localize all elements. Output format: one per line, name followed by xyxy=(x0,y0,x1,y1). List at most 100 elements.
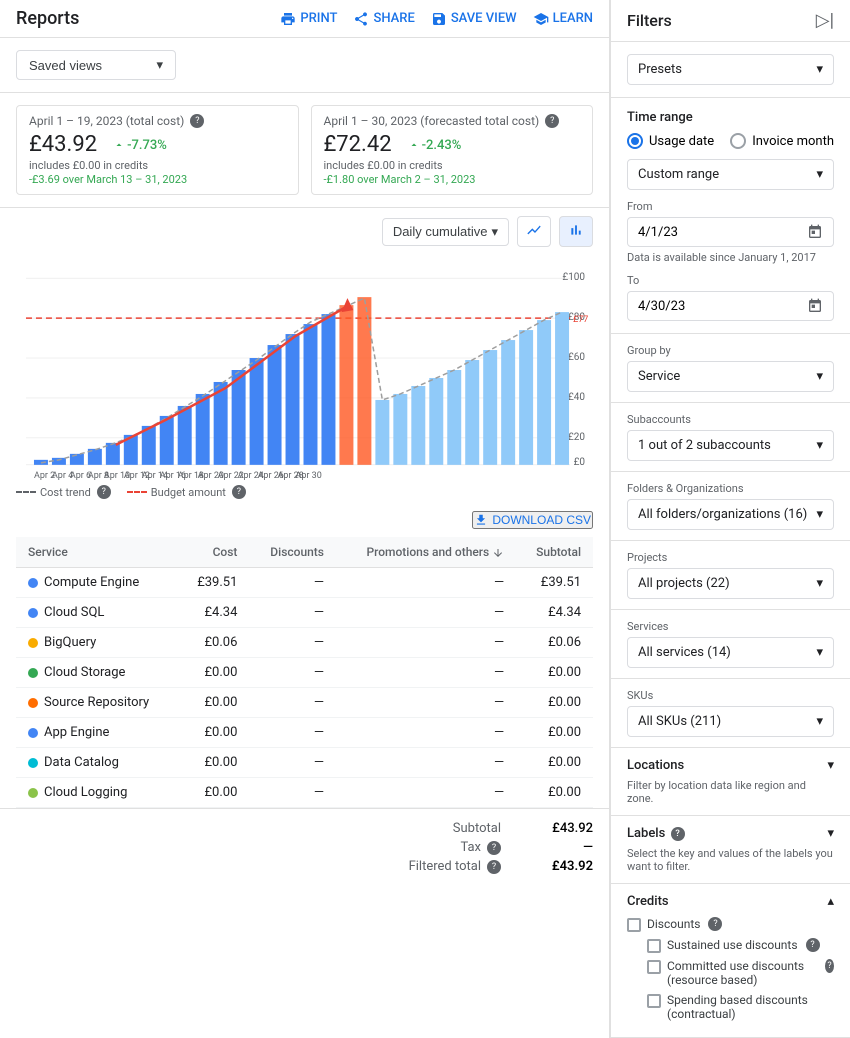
subtotal-cell: £0.00 xyxy=(516,658,593,688)
card1-help-icon[interactable]: ? xyxy=(190,114,204,128)
credits-section: Credits Discounts ? Sustained use discou… xyxy=(611,884,850,1038)
cost-trend-help[interactable]: ? xyxy=(97,485,111,499)
discounts-cell: — xyxy=(249,688,336,718)
labels-header[interactable]: Labels ? xyxy=(627,826,834,841)
discounts-cell: — xyxy=(249,628,336,658)
services-dropdown[interactable]: All services (14) ▾ xyxy=(627,637,834,668)
subaccounts-dropdown[interactable]: 1 out of 2 subaccounts ▾ xyxy=(627,430,834,461)
subtotal-cell: £0.00 xyxy=(516,748,593,778)
chart-area: £100 £80 £60 £40 £20 £0 £77 xyxy=(0,251,609,481)
service-dot xyxy=(28,758,38,768)
invoice-month-radio[interactable]: Invoice month xyxy=(730,133,834,149)
sustained-use-help[interactable]: ? xyxy=(806,938,820,952)
discounts-label: Discounts xyxy=(647,917,700,931)
discounts-checkbox[interactable] xyxy=(627,918,641,932)
share-label: SHARE xyxy=(373,11,414,26)
locations-header[interactable]: Locations xyxy=(627,758,834,773)
folders-section: Folders & Organizations All folders/orga… xyxy=(611,472,850,541)
print-label: PRINT xyxy=(300,11,337,26)
committed-use-checkbox[interactable] xyxy=(647,960,661,974)
download-icon xyxy=(474,513,488,527)
budget-label: Budget amount xyxy=(151,486,226,499)
download-csv-button[interactable]: DOWNLOAD CSV xyxy=(472,511,593,529)
discounts-cell: — xyxy=(249,748,336,778)
service-cell: App Engine xyxy=(16,718,178,748)
subaccounts-chevron: ▾ xyxy=(816,438,823,453)
subtotal-cell: £39.51 xyxy=(516,568,593,598)
to-input[interactable]: 4/30/23 xyxy=(627,291,834,321)
service-dot xyxy=(28,638,38,648)
sustained-use-row: Sustained use discounts ? xyxy=(647,938,834,953)
sustained-use-checkbox[interactable] xyxy=(647,939,661,953)
chart-type-label: Daily cumulative xyxy=(393,224,488,239)
discounts-cell: — xyxy=(249,658,336,688)
sustained-use-label: Sustained use discounts xyxy=(667,938,798,952)
projects-dropdown[interactable]: All projects (22) ▾ xyxy=(627,568,834,599)
custom-range-dropdown[interactable]: Custom range ▾ xyxy=(627,159,834,190)
chart-type-button[interactable]: Daily cumulative ▾ xyxy=(382,218,509,246)
print-icon xyxy=(280,11,296,27)
cost-trend-dash xyxy=(16,491,36,493)
spending-based-checkbox[interactable] xyxy=(647,994,661,1008)
saved-views-button[interactable]: Saved views ▾ xyxy=(16,50,176,80)
filtered-total-label-row: Filtered total ? xyxy=(409,859,501,874)
projects-label: Projects xyxy=(627,551,834,564)
learn-icon xyxy=(533,11,549,27)
skus-dropdown[interactable]: All SKUs (211) ▾ xyxy=(627,706,834,737)
cost-cell: £0.00 xyxy=(178,658,250,688)
save-view-button[interactable]: SAVE VIEW xyxy=(431,11,517,27)
card2-amount: £72.42 xyxy=(324,132,392,157)
service-cell: BigQuery xyxy=(16,628,178,658)
discounts-help[interactable]: ? xyxy=(708,917,722,931)
card2-help-icon[interactable]: ? xyxy=(545,114,559,128)
line-chart-button[interactable] xyxy=(517,216,551,247)
from-calendar-icon[interactable] xyxy=(807,224,823,240)
from-input[interactable]: 4/1/23 xyxy=(627,217,834,247)
usage-date-radio[interactable]: Usage date xyxy=(627,133,714,149)
budget-help[interactable]: ? xyxy=(232,485,246,499)
cost-cell: £0.06 xyxy=(178,628,250,658)
presets-dropdown[interactable]: Presets ▾ xyxy=(627,54,834,85)
svg-text:£77: £77 xyxy=(573,315,588,325)
budget-dash xyxy=(127,491,147,493)
promotions-cell: — xyxy=(336,598,516,628)
presets-chevron: ▾ xyxy=(816,62,823,77)
share-button[interactable]: SHARE xyxy=(353,11,414,27)
time-range-section: Time range Usage date Invoice month Cust… xyxy=(611,98,850,334)
bar-chart-button[interactable] xyxy=(559,216,593,247)
folders-dropdown[interactable]: All folders/organizations (16) ▾ xyxy=(627,499,834,530)
group-by-dropdown[interactable]: Service ▾ xyxy=(627,361,834,392)
collapse-panel-button[interactable]: ▷| xyxy=(816,10,834,31)
service-cell: Source Repository xyxy=(16,688,178,718)
filtered-total-help[interactable]: ? xyxy=(487,860,501,874)
services-value: All services (14) xyxy=(638,645,731,660)
filters-header: Filters ▷| xyxy=(611,0,850,42)
invoice-month-radio-circle xyxy=(730,133,746,149)
to-value: 4/30/23 xyxy=(638,299,685,314)
service-name: BigQuery xyxy=(44,635,96,650)
cost-cell: £0.00 xyxy=(178,688,250,718)
to-calendar-icon[interactable] xyxy=(807,298,823,314)
service-cell: Data Catalog xyxy=(16,748,178,778)
tax-label-row: Tax ? xyxy=(460,840,501,855)
print-button[interactable]: PRINT xyxy=(280,11,337,27)
usage-date-label: Usage date xyxy=(649,134,714,149)
time-range-radio-group: Usage date Invoice month xyxy=(627,133,834,149)
skus-value: All SKUs (211) xyxy=(638,714,721,729)
projects-value: All projects (22) xyxy=(638,576,730,591)
tax-help[interactable]: ? xyxy=(487,841,501,855)
svg-text:£40: £40 xyxy=(568,392,585,403)
summary-card-2: April 1 – 30, 2023 (forecasted total cos… xyxy=(311,105,594,195)
page-header: Reports PRINT SHARE SAVE VIEW LEARN xyxy=(0,0,609,38)
committed-use-row: Committed use discounts (resource based)… xyxy=(647,959,834,987)
service-cell: Cloud Storage xyxy=(16,658,178,688)
th-service: Service xyxy=(16,537,178,568)
sort-icon[interactable] xyxy=(492,547,504,559)
labels-sublabel: Select the key and values of the labels … xyxy=(627,847,834,873)
learn-button[interactable]: LEARN xyxy=(533,11,593,27)
promotions-cell: — xyxy=(336,568,516,598)
labels-help[interactable]: ? xyxy=(671,827,685,841)
credits-chevron[interactable] xyxy=(827,894,834,909)
committed-use-help[interactable]: ? xyxy=(825,959,834,973)
service-name: Compute Engine xyxy=(44,575,139,590)
